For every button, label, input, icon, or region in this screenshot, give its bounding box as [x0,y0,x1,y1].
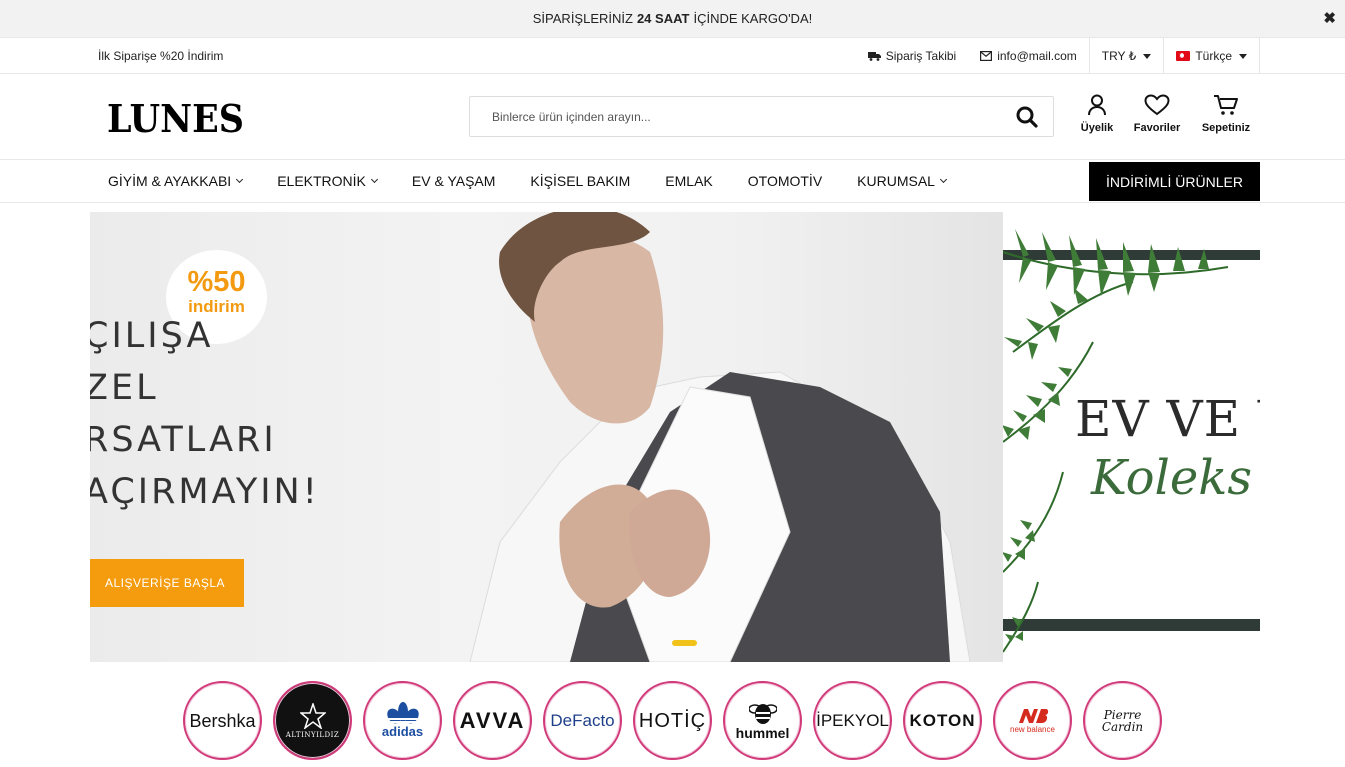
cart-button[interactable]: Sepetiniz [1196,94,1256,134]
top-bar: İlk Siparişe %20 İndirim Sipariş Takibi … [0,37,1345,74]
nav-item-electronics[interactable]: ELEKTRONİK [277,173,378,189]
currency-selector[interactable]: TRY ₺ [1088,38,1164,74]
top-bar-links: Sipariş Takibi info@mail.com TRY ₺ Türkç… [856,38,1260,74]
brand-avva[interactable]: AVVA [453,681,532,760]
brand-defacto[interactable]: DeFacto [543,681,622,760]
altinyildiz-logo: ALTINYILDIZ [285,702,340,739]
brand-logo-text: KOTON [909,711,976,730]
nav-item-personal-care[interactable]: KİŞİSEL BAKIM [530,173,630,189]
star-icon [299,702,326,729]
adidas-logo: adidas [382,702,423,739]
nav-item-corporate[interactable]: KURUMSAL [857,173,948,189]
email-link[interactable]: info@mail.com [968,38,1089,74]
language-selector[interactable]: Türkçe [1163,38,1260,74]
close-icon[interactable]: ✖ [1323,9,1336,27]
nav-item-label: GİYİM & AYAKKABI [108,173,232,189]
slide-title-line: ZEL [90,368,159,408]
brand-pierre-cardin[interactable]: Pierre Cardin [1083,681,1162,760]
brand-hummel[interactable]: hummel [723,681,802,760]
slide-title-line: ÇILIŞA [90,316,214,356]
search-input[interactable] [470,97,1001,136]
main-nav: GİYİM & AYAKKABI ELEKTRONİK EV & YAŞAM K… [0,160,1345,203]
adidas-trefoil-icon [385,702,420,724]
nb-icon [1019,709,1049,723]
nav-item-label: EMLAK [665,173,713,189]
header: LUNES Üyelik Favoriler Sepetiniz [0,74,1345,160]
search-button[interactable] [1001,97,1053,136]
new-balance-logo: new balance [1010,707,1055,734]
discount-badge-percent: %50 [187,266,246,298]
brand-koton[interactable]: KOTON [903,681,982,760]
chevron-down-icon [236,175,244,183]
hero-slide[interactable]: %50 indirim ÇILIŞA ZEL RSATLARI AÇIRMAYI… [90,212,1003,662]
search-icon [1016,106,1038,128]
bee-icon [748,703,777,724]
mail-icon [980,51,993,61]
brand-carousel: Bershka ALTINYILDIZ adidas AVVA DeFacto … [183,681,1162,760]
brand-logo-text: HOTİÇ [638,709,707,732]
heart-icon [1144,94,1170,116]
favorites-label: Favoriler [1133,122,1181,134]
brand-logo-text: adidas [381,724,424,739]
slide-title: ÇILIŞA ZEL RSATLARI AÇIRMAYIN! [90,310,320,518]
nav-item-label: KURUMSAL [857,173,935,189]
nav-item-real-estate[interactable]: EMLAK [665,173,712,189]
chevron-down-icon [370,175,378,183]
language-label: Türkçe [1195,49,1232,63]
slide-title-line: AÇIRMAYIN! [90,472,320,512]
slider-dot-active[interactable] [672,640,697,646]
brand-logo-text: Pierre Cardin [1101,707,1144,734]
search-bar [469,96,1054,137]
brand-logo-text: new balance [1010,725,1055,734]
announcement-text-pre: SİPARİŞLERİNİZ [532,11,633,26]
brand-ipekyol[interactable]: İPEKYOL [813,681,892,760]
cart-label: Sepetiniz [1201,122,1251,134]
order-tracking-link[interactable]: Sipariş Takibi [856,38,968,74]
next-slide-title: EV VE Y [1075,390,1260,448]
announcement-text-post: İÇİNDE KARGO'DA! [693,11,813,26]
shop-now-button[interactable]: ALIŞVERİŞE BAŞLA [90,559,244,607]
brand-logo-text: DeFacto [550,711,615,730]
announcement-text-bold: 24 SAAT [636,11,690,26]
brand-bershka[interactable]: Bershka [183,681,262,760]
brand-logo-text: ALTINYILDIZ [285,730,340,739]
nav-item-clothing[interactable]: GİYİM & AYAKKABI [108,173,244,189]
account-label: Üyelik [1080,122,1114,134]
user-icon [1088,94,1106,116]
discounted-products-button[interactable]: İNDİRİMLİ ÜRÜNLER [1089,162,1260,201]
brand-altinyildiz[interactable]: ALTINYILDIZ [273,681,352,760]
brand-logo-text: İPEKYOL [816,711,889,730]
brand-hotic[interactable]: HOTİÇ [633,681,712,760]
brand-logo-text: hummel [735,724,790,741]
nav-item-automotive[interactable]: OTOMOTİV [748,173,822,189]
brand-adidas[interactable]: adidas [363,681,442,760]
currency-label: TRY ₺ [1101,49,1137,63]
nav-item-home-living[interactable]: EV & YAŞAM [412,173,496,189]
promo-text: İlk Siparişe %20 İndirim [98,49,224,63]
brand-logo-text: AVVA [459,707,526,733]
email-label: info@mail.com [997,49,1077,63]
caret-down-icon [1143,53,1152,59]
cart-icon [1214,95,1238,115]
chevron-down-icon [939,175,948,183]
caret-down-icon [1239,53,1247,59]
slide-title-line: RSATLARI [90,420,277,460]
next-slide-subtitle: Koleks [1091,450,1252,506]
nav-item-label: KİŞİSEL BAKIM [530,173,631,189]
header-actions: Üyelik Favoriler Sepetiniz [1077,94,1256,134]
logo[interactable]: LUNES [107,96,244,141]
nav-item-label: OTOMOTİV [747,173,823,189]
turkey-flag-icon [1176,51,1191,61]
brand-logo-text: Bershka [189,710,256,731]
hummel-logo: hummel [735,701,790,741]
announcement-bar: SİPARİŞLERİNİZ 24 SAAT İÇİNDE KARGO'DA! … [0,0,1345,37]
nav-item-label: ELEKTRONİK [277,173,366,189]
brand-new-balance[interactable]: new balance [993,681,1072,760]
truck-icon [867,52,881,61]
next-slide-preview[interactable]: EV VE Y Koleks [1003,212,1260,662]
account-button[interactable]: Üyelik [1077,94,1117,134]
favorites-button[interactable]: Favoriler [1127,94,1187,134]
nav-item-label: EV & YAŞAM [411,173,496,189]
order-tracking-label: Sipariş Takibi [885,49,957,63]
